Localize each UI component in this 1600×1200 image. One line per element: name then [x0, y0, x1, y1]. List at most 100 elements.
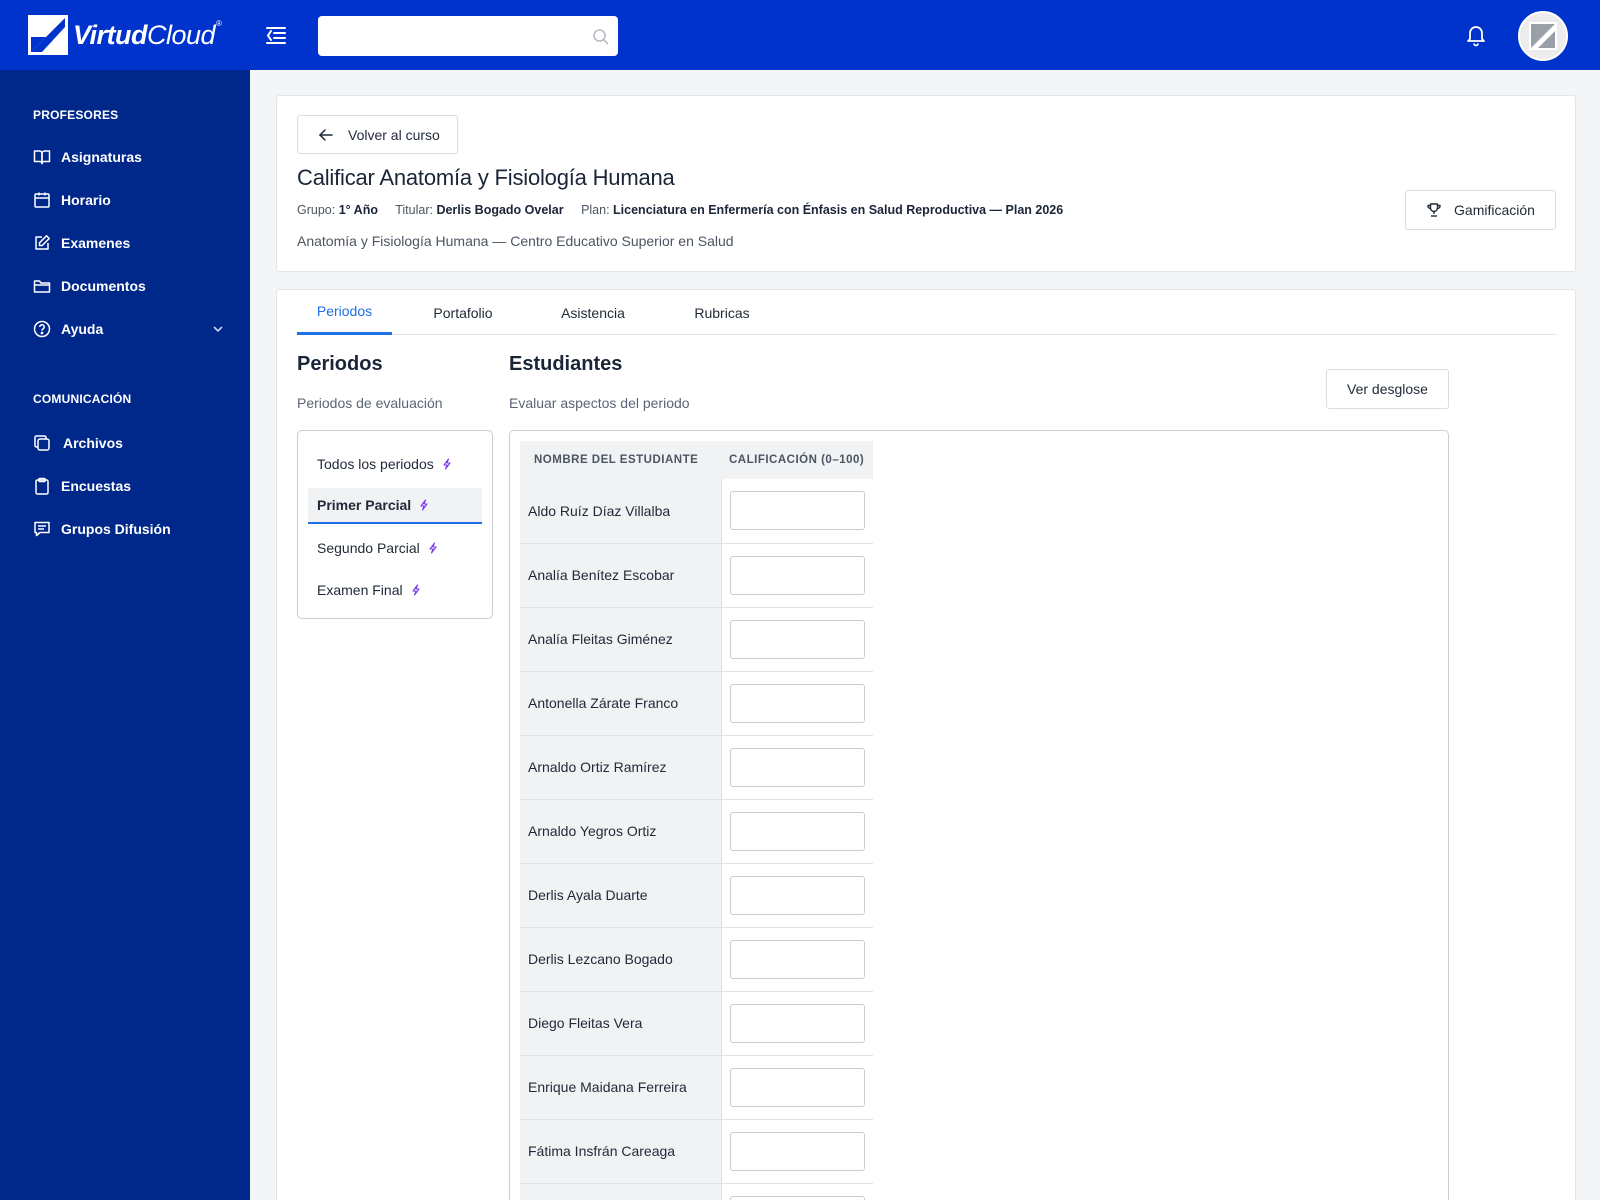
student-name: Analía Benítez Escobar — [520, 543, 722, 608]
group-value: 1° Año — [338, 203, 378, 217]
grade-input[interactable] — [729, 939, 865, 979]
tab-periodos[interactable]: Periodos — [297, 290, 392, 335]
table-row: Arnaldo Ortiz Ramírez — [520, 735, 873, 800]
periods-subtitle: Periodos de evaluación — [297, 395, 443, 411]
page-title: Calificar Anatomía y Fisiología Humana — [297, 165, 675, 190]
student-name: Aldo Ruíz Díaz Villalba — [520, 479, 722, 544]
notifications-bell-icon[interactable] — [1464, 22, 1488, 48]
student-name: Fátima Insfrán Careaga — [520, 1119, 722, 1184]
bolt-icon — [420, 499, 428, 511]
edit-icon — [33, 234, 51, 252]
period-item-todos[interactable]: Todos los periodos — [308, 446, 482, 482]
grades-table: Nombre del estudiante Calificación (0–10… — [520, 441, 873, 1200]
titular-value: Derlis Bogado Ovelar — [436, 203, 564, 217]
menu-collapse-icon[interactable] — [263, 22, 289, 48]
gamification-button[interactable]: Gamificación — [1405, 190, 1556, 230]
student-name: Derlis Ayala Duarte — [520, 863, 722, 928]
course-meta: Grupo: 1° Año Titular: Derlis Bogado Ove… — [297, 203, 1063, 217]
grade-input[interactable] — [729, 1131, 865, 1171]
sidebar-section-comunicacion: COMUNICACIÓN — [33, 392, 132, 406]
period-item-segundo-parcial[interactable]: Segundo Parcial — [308, 530, 482, 566]
bolt-icon — [443, 458, 451, 470]
sidebar-item-label: Grupos Difusión — [61, 521, 171, 537]
copy-icon — [33, 434, 51, 452]
periods-title: Periodos — [297, 353, 383, 375]
column-header-student-name: Nombre del estudiante — [520, 441, 721, 479]
student-name: Enrique Maidana Ferreira — [520, 1055, 722, 1120]
course-subtitle: Anatomía y Fisiología Humana — Centro Ed… — [297, 233, 734, 249]
table-header-row: Nombre del estudiante Calificación (0–10… — [520, 441, 873, 479]
tab-rubricas[interactable]: Rubricas — [682, 290, 762, 335]
grade-input[interactable] — [729, 747, 865, 787]
sidebar-item-asignaturas[interactable]: Asignaturas — [33, 142, 233, 172]
table-row: Derlis Ayala Duarte — [520, 863, 873, 928]
search-icon[interactable] — [592, 28, 610, 46]
table-row: Diego Fleitas Vera — [520, 991, 873, 1056]
sidebar-item-archivos[interactable]: Archivos — [33, 428, 233, 458]
student-name: Diego Fleitas Vera — [520, 991, 722, 1056]
user-avatar[interactable] — [1518, 11, 1568, 61]
grade-input[interactable] — [729, 683, 865, 723]
logo-registered-mark: ® — [216, 19, 222, 28]
tab-asistencia[interactable]: Asistencia — [547, 290, 639, 335]
sidebar-item-label: Examenes — [61, 235, 131, 251]
tab-portafolio[interactable]: Portafolio — [417, 290, 509, 335]
titular-label: Titular: — [395, 203, 433, 217]
search-input[interactable] — [318, 16, 618, 56]
table-row: Antonella Zárate Franco — [520, 671, 873, 736]
sidebar-item-encuestas[interactable]: Encuestas — [33, 471, 233, 501]
group-label: Grupo: — [297, 203, 336, 217]
period-item-primer-parcial[interactable]: Primer Parcial — [308, 488, 482, 524]
grade-input[interactable] — [729, 1003, 865, 1043]
plan-value: Licenciatura en Enfermería con Énfasis e… — [613, 203, 1064, 217]
period-label: Todos los periodos — [317, 456, 434, 472]
sidebar-item-grupos-difusion[interactable]: Grupos Difusión — [33, 514, 233, 544]
student-name: Analía Fleitas Giménez — [520, 607, 722, 672]
student-name: Arnaldo Ortiz Ramírez — [520, 735, 722, 800]
book-icon — [33, 148, 51, 166]
virtud-cloud-logo[interactable]: VirtudCloud ® — [28, 15, 222, 55]
sidebar-item-label: Asignaturas — [61, 149, 142, 165]
view-breakdown-button[interactable]: Ver desglose — [1326, 369, 1449, 409]
table-row: Aldo Ruíz Díaz Villalba — [520, 479, 873, 544]
course-header-card: Volver al curso Calificar Anatomía y Fis… — [276, 95, 1576, 272]
grade-input[interactable] — [729, 555, 865, 595]
sidebar-item-label: Archivos — [63, 435, 123, 451]
table-row: Enrique Maidana Ferreira — [520, 1055, 873, 1120]
grade-input[interactable] — [729, 1195, 865, 1200]
plan-label: Plan: — [581, 203, 610, 217]
bolt-icon — [429, 542, 437, 554]
grade-input[interactable] — [729, 491, 865, 531]
grade-input[interactable] — [729, 875, 865, 915]
sidebar-item-label: Encuestas — [61, 478, 132, 494]
grade-input[interactable] — [729, 1067, 865, 1107]
student-name: Antonella Zárate Franco — [520, 671, 722, 736]
grade-input[interactable] — [729, 811, 865, 851]
periods-list: Todos los periodos Primer Parcial Segund… — [297, 430, 493, 619]
top-bar: VirtudCloud ® — [0, 0, 1600, 70]
sidebar-section-profesores: PROFESORES — [33, 108, 119, 122]
arrow-left-icon — [318, 128, 333, 141]
sidebar-item-examenes[interactable]: Examenes — [33, 228, 233, 258]
student-name: Derlis Lezcano Bogado — [520, 927, 722, 992]
period-item-examen-final[interactable]: Examen Final — [308, 572, 482, 608]
sidebar: PROFESORES Asignaturas Horario Examenes … — [0, 70, 250, 1200]
sidebar-item-label: Documentos — [61, 278, 146, 294]
table-row: Analía Fleitas Giménez — [520, 607, 873, 672]
calendar-icon — [33, 191, 51, 209]
sidebar-item-label: Horario — [61, 192, 111, 208]
table-row — [520, 1183, 873, 1200]
students-title: Estudiantes — [509, 353, 623, 375]
grade-input[interactable] — [729, 619, 865, 659]
period-label: Segundo Parcial — [317, 540, 420, 556]
sidebar-item-horario[interactable]: Horario — [33, 185, 233, 215]
back-to-course-button[interactable]: Volver al curso — [297, 115, 458, 154]
chevron-down-icon[interactable] — [211, 322, 225, 336]
table-row: Analía Benítez Escobar — [520, 543, 873, 608]
table-row: Fátima Insfrán Careaga — [520, 1119, 873, 1184]
bolt-icon — [412, 584, 420, 596]
sidebar-item-ayuda[interactable]: Ayuda — [33, 314, 233, 344]
logo-text-light: Cloud — [147, 19, 216, 50]
period-label: Examen Final — [317, 582, 403, 598]
sidebar-item-documentos[interactable]: Documentos — [33, 271, 233, 301]
